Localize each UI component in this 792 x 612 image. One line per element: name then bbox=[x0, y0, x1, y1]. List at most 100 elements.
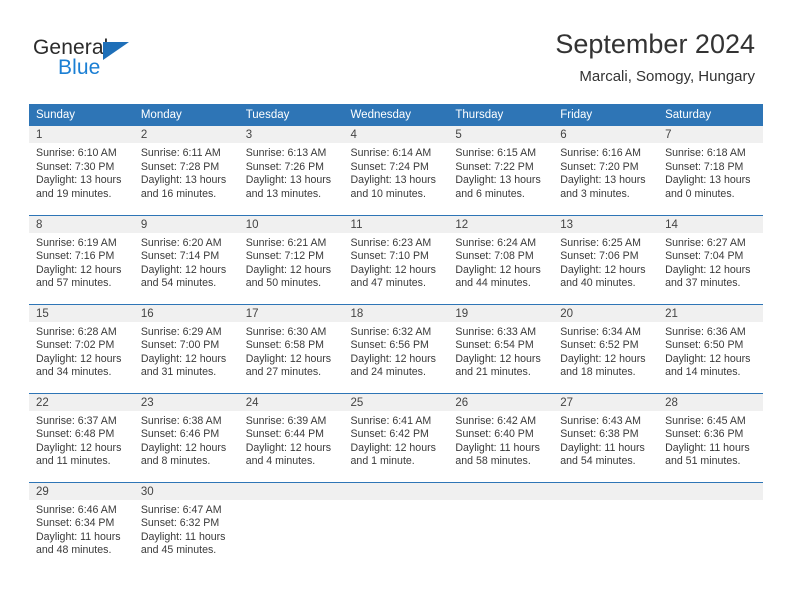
sunset-text: Sunset: 6:40 PM bbox=[455, 428, 534, 441]
sunrise-text: Sunrise: 6:34 AM bbox=[560, 325, 641, 338]
sunrise-text: Sunrise: 6:30 AM bbox=[245, 325, 327, 338]
day-details: Sunrise: 6:33 AM Sunset: 6:54 PM Daylight:… bbox=[448, 322, 553, 380]
sunset-text: Sunset: 6:58 PM bbox=[245, 339, 325, 352]
calendar-day-cell[interactable]: 24 Sunrise: 6:39 AM Sunset: 6:44 PM Dayligh… bbox=[238, 392, 344, 482]
daylight-text: Daylight: 11 hours and 48 minutes. bbox=[36, 530, 121, 557]
day-details: Sunrise: 6:39 AM Sunset: 6:44 PM Daylight:… bbox=[239, 411, 344, 469]
weekday-header-sunday: Sunday bbox=[29, 104, 134, 126]
calendar-week-row: 8 Sunrise: 6:19 AM Sunset: 7:16 PM Daylight… bbox=[29, 214, 763, 304]
calendar-day-cell[interactable]: 14 Sunrise: 6:27 AM Sunset: 7:04 PM Dayligh… bbox=[658, 214, 763, 304]
sunrise-text: Sunrise: 6:20 AM bbox=[140, 236, 222, 249]
calendar-day-cell[interactable]: 17 Sunrise: 6:30 AM Sunset: 6:58 PM Dayligh… bbox=[238, 303, 344, 393]
calendar-day-cell[interactable]: 9 Sunrise: 6:20 AM Sunset: 7:14 PM Daylight… bbox=[133, 214, 239, 304]
calendar-day-cell[interactable]: 2 Sunrise: 6:11 AM Sunset: 7:28 PM Daylight… bbox=[133, 126, 239, 215]
daylight-text: Daylight: 11 hours and 45 minutes. bbox=[140, 530, 226, 557]
day-number: 1 bbox=[29, 126, 134, 143]
sunrise-text: Sunrise: 6:43 AM bbox=[560, 414, 641, 427]
day-number: 21 bbox=[658, 304, 763, 322]
day-details: Sunrise: 6:41 AM Sunset: 6:42 PM Daylight:… bbox=[344, 411, 449, 469]
calendar-week-row: 15 Sunrise: 6:28 AM Sunset: 7:02 PM Dayligh… bbox=[29, 303, 763, 393]
day-details: Sunrise: 6:37 AM Sunset: 6:48 PM Daylight:… bbox=[29, 411, 134, 469]
calendar-day-cell[interactable]: 5 Sunrise: 6:15 AM Sunset: 7:22 PM Daylight… bbox=[448, 126, 554, 215]
calendar-day-cell-empty bbox=[553, 481, 659, 571]
sunrise-text: Sunrise: 6:47 AM bbox=[140, 503, 222, 516]
sunrise-text: Sunrise: 6:19 AM bbox=[36, 236, 117, 249]
brand-name-blue: Blue bbox=[58, 56, 101, 79]
calendar-day-cell[interactable]: 29 Sunrise: 6:46 AM Sunset: 6:34 PM Dayligh… bbox=[29, 481, 134, 571]
calendar-day-cell[interactable]: 16 Sunrise: 6:29 AM Sunset: 7:00 PM Dayligh… bbox=[133, 303, 239, 393]
calendar-day-cell[interactable]: 21 Sunrise: 6:36 AM Sunset: 6:50 PM Dayligh… bbox=[658, 303, 763, 393]
calendar-day-cell[interactable]: 28 Sunrise: 6:45 AM Sunset: 6:36 PM Dayligh… bbox=[658, 392, 763, 482]
daylight-text: Daylight: 12 hours and 24 minutes. bbox=[350, 352, 436, 379]
sunset-text: Sunset: 7:04 PM bbox=[665, 250, 744, 263]
weekday-header-monday: Monday bbox=[133, 104, 239, 126]
sunrise-text: Sunrise: 6:14 AM bbox=[350, 147, 432, 159]
day-number: 3 bbox=[238, 126, 344, 143]
day-number: 25 bbox=[343, 393, 449, 411]
daylight-text: Daylight: 12 hours and 27 minutes. bbox=[245, 352, 332, 379]
calendar-day-cell[interactable]: 10 Sunrise: 6:21 AM Sunset: 7:12 PM Dayligh… bbox=[238, 214, 344, 304]
calendar-day-cell[interactable]: 22 Sunrise: 6:37 AM Sunset: 6:48 PM Dayligh… bbox=[29, 392, 134, 482]
daylight-text: Daylight: 13 hours and 13 minutes. bbox=[245, 174, 332, 200]
day-number: 15 bbox=[29, 304, 134, 322]
day-number: 8 bbox=[29, 215, 134, 233]
day-number: 13 bbox=[553, 215, 659, 233]
calendar-header-row: Sunday Monday Tuesday Wednesday Thursday… bbox=[29, 104, 763, 126]
calendar-day-cell[interactable]: 26 Sunrise: 6:42 AM Sunset: 6:40 PM Dayligh… bbox=[448, 392, 554, 482]
calendar-week-row: 1 Sunrise: 6:10 AM Sunset: 7:30 PM Daylight… bbox=[29, 126, 763, 215]
calendar-day-cell[interactable]: 4 Sunrise: 6:14 AM Sunset: 7:24 PM Daylight… bbox=[343, 126, 449, 215]
weekday-header-tuesday: Tuesday bbox=[238, 104, 344, 126]
daylight-text: Daylight: 12 hours and 11 minutes. bbox=[36, 441, 122, 468]
day-details: Sunrise: 6:45 AM Sunset: 6:36 PM Daylight:… bbox=[658, 411, 763, 469]
day-details: Sunrise: 6:21 AM Sunset: 7:12 PM Daylight:… bbox=[239, 233, 344, 291]
calendar-day-cell[interactable]: 25 Sunrise: 6:41 AM Sunset: 6:42 PM Dayligh… bbox=[343, 392, 449, 482]
calendar-week-row: 22 Sunrise: 6:37 AM Sunset: 6:48 PM Dayligh… bbox=[29, 392, 763, 482]
daylight-text: Daylight: 12 hours and 34 minutes. bbox=[36, 352, 122, 379]
calendar-day-cell-empty bbox=[238, 481, 344, 571]
day-number: 17 bbox=[238, 304, 344, 322]
sunrise-text: Sunrise: 6:13 AM bbox=[245, 147, 327, 159]
calendar-day-cell[interactable]: 18 Sunrise: 6:32 AM Sunset: 6:56 PM Dayligh… bbox=[343, 303, 449, 393]
day-details: Sunrise: 6:19 AM Sunset: 7:16 PM Daylight:… bbox=[29, 233, 134, 291]
sunset-text: Sunset: 7:08 PM bbox=[455, 250, 534, 263]
daylight-text: Daylight: 12 hours and 4 minutes. bbox=[245, 441, 332, 468]
daylight-text: Daylight: 12 hours and 18 minutes. bbox=[560, 352, 646, 379]
calendar-day-cell[interactable]: 30 Sunrise: 6:47 AM Sunset: 6:32 PM Dayligh… bbox=[133, 481, 239, 571]
brand-logo[interactable]: General Blue bbox=[33, 36, 193, 86]
day-details: Sunrise: 6:28 AM Sunset: 7:02 PM Daylight:… bbox=[29, 322, 134, 380]
day-number: 6 bbox=[553, 126, 659, 143]
day-number: 22 bbox=[29, 393, 134, 411]
day-number: 16 bbox=[133, 304, 239, 322]
daylight-text: Daylight: 12 hours and 50 minutes. bbox=[245, 263, 332, 290]
sunrise-text: Sunrise: 6:18 AM bbox=[665, 147, 746, 159]
day-number: 27 bbox=[553, 393, 659, 411]
day-number: 30 bbox=[133, 482, 239, 500]
calendar-day-cell[interactable]: 6 Sunrise: 6:16 AM Sunset: 7:20 PM Daylight… bbox=[553, 126, 659, 215]
calendar-day-cell[interactable]: 7 Sunrise: 6:18 AM Sunset: 7:18 PM Daylight… bbox=[658, 126, 763, 215]
calendar-day-cell[interactable]: 12 Sunrise: 6:24 AM Sunset: 7:08 PM Dayligh… bbox=[448, 214, 554, 304]
sunrise-text: Sunrise: 6:29 AM bbox=[140, 325, 222, 338]
sunset-text: Sunset: 7:24 PM bbox=[350, 160, 429, 173]
sunset-text: Sunset: 6:46 PM bbox=[140, 428, 220, 441]
calendar-day-cell-empty bbox=[658, 481, 763, 571]
calendar-day-cell[interactable]: 13 Sunrise: 6:25 AM Sunset: 7:06 PM Dayligh… bbox=[553, 214, 659, 304]
daylight-text: Daylight: 12 hours and 57 minutes. bbox=[36, 263, 122, 290]
calendar-day-cell[interactable]: 15 Sunrise: 6:28 AM Sunset: 7:02 PM Dayligh… bbox=[29, 303, 134, 393]
sunrise-text: Sunrise: 6:21 AM bbox=[245, 236, 327, 249]
day-details: Sunrise: 6:13 AM Sunset: 7:26 PM Daylight:… bbox=[239, 143, 344, 201]
calendar-day-cell[interactable]: 27 Sunrise: 6:43 AM Sunset: 6:38 PM Dayligh… bbox=[553, 392, 659, 482]
daylight-text: Daylight: 12 hours and 8 minutes. bbox=[140, 441, 227, 468]
day-details: Sunrise: 6:46 AM Sunset: 6:34 PM Daylight:… bbox=[29, 500, 134, 558]
calendar-day-cell[interactable]: 11 Sunrise: 6:23 AM Sunset: 7:10 PM Dayligh… bbox=[343, 214, 449, 304]
calendar-day-cell[interactable]: 20 Sunrise: 6:34 AM Sunset: 6:52 PM Dayligh… bbox=[553, 303, 659, 393]
calendar-day-cell[interactable]: 23 Sunrise: 6:38 AM Sunset: 6:46 PM Dayligh… bbox=[133, 392, 239, 482]
sunset-text: Sunset: 7:22 PM bbox=[455, 160, 534, 173]
calendar-day-cell[interactable]: 3 Sunrise: 6:13 AM Sunset: 7:26 PM Daylight… bbox=[238, 126, 344, 215]
sunset-text: Sunset: 6:48 PM bbox=[36, 428, 115, 441]
calendar-day-cell[interactable]: 19 Sunrise: 6:33 AM Sunset: 6:54 PM Dayligh… bbox=[448, 303, 554, 393]
day-number: 14 bbox=[658, 215, 763, 233]
calendar-day-cell[interactable]: 1 Sunrise: 6:10 AM Sunset: 7:30 PM Daylight… bbox=[29, 126, 134, 215]
day-number: 2 bbox=[133, 126, 239, 143]
calendar-day-cell[interactable]: 8 Sunrise: 6:19 AM Sunset: 7:16 PM Daylight… bbox=[29, 214, 134, 304]
sunset-text: Sunset: 6:52 PM bbox=[560, 339, 639, 352]
